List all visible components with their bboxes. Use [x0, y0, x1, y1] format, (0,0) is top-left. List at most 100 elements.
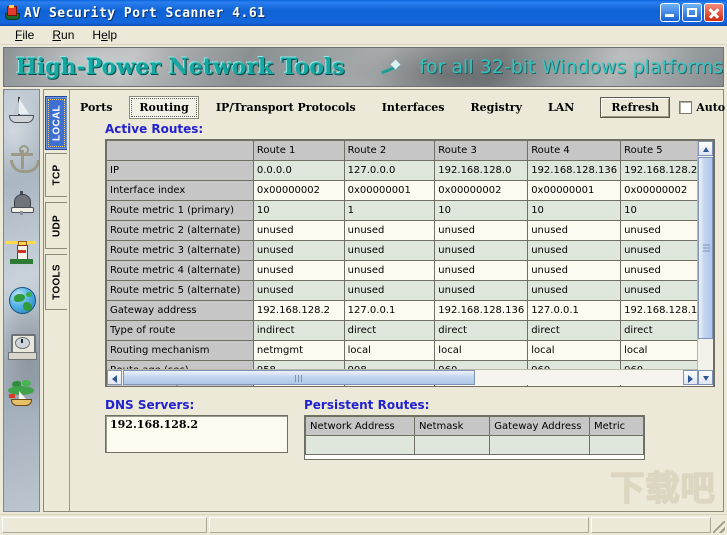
corner-cell: [106, 140, 254, 161]
table-cell[interactable]: 10: [434, 200, 529, 221]
table-cell[interactable]: [489, 435, 591, 455]
table-cell[interactable]: 127.0.0.1: [343, 300, 436, 321]
table-row[interactable]: Routing mechanism netmgmt local local local l…: [106, 340, 714, 361]
table-row[interactable]: Interface index 0x00000002 0x00000001 0x000…: [106, 180, 714, 201]
menu-help-pre: H: [92, 28, 102, 42]
table-row[interactable]: Route metric 3 (alternate) unused unused un…: [106, 240, 714, 261]
table-cell[interactable]: 192.168.128.136: [527, 160, 622, 181]
sidebar-item-tools-label: TOOLS: [51, 264, 62, 300]
menu-item-file[interactable]: File: [6, 27, 43, 43]
horizontal-scroll-thumb[interactable]: [123, 370, 475, 385]
table-cell[interactable]: unused: [527, 280, 622, 301]
table-row[interactable]: Type of route indirect direct direct direct d…: [106, 320, 714, 341]
table-cell[interactable]: unused: [527, 220, 622, 241]
table-cell[interactable]: [305, 435, 415, 455]
vertical-scrollbar[interactable]: [697, 141, 713, 385]
table-cell[interactable]: 0x00000002: [434, 180, 529, 201]
table-cell[interactable]: 0x00000002: [252, 180, 345, 201]
table-cell[interactable]: 192.168.128.2: [252, 300, 345, 321]
table-cell[interactable]: direct: [527, 320, 622, 341]
close-button[interactable]: [704, 3, 724, 22]
status-pane-3: [591, 517, 711, 533]
table-cell[interactable]: unused: [527, 260, 622, 281]
column-header[interactable]: Route 3: [434, 140, 529, 161]
minimize-button[interactable]: [660, 3, 680, 22]
table-cell[interactable]: 10: [252, 200, 345, 221]
table-row[interactable]: Route metric 2 (alternate) unused unused un…: [106, 220, 714, 241]
table-cell[interactable]: 127.0.0.1: [527, 300, 622, 321]
sidebar-item-local-label: LOCAL: [51, 105, 62, 141]
active-routes-grid[interactable]: Route 1 Route 2 Route 3 Route 4 Route 5 IP 0.0…: [105, 139, 715, 387]
scroll-left-button[interactable]: [107, 370, 122, 385]
column-header[interactable]: Route 4: [527, 140, 622, 161]
list-item[interactable]: 192.168.128.2: [106, 416, 287, 433]
tab-routing[interactable]: Routing: [129, 95, 199, 119]
tab-interfaces[interactable]: Interfaces: [373, 97, 454, 118]
table-cell[interactable]: unused: [434, 220, 529, 241]
table-cell[interactable]: unused: [252, 280, 345, 301]
auto-checkbox[interactable]: [679, 100, 693, 114]
table-cell[interactable]: unused: [343, 220, 436, 241]
table-cell[interactable]: 192.168.128.0: [434, 160, 529, 181]
table-cell[interactable]: unused: [252, 240, 345, 261]
table-cell[interactable]: 1: [343, 200, 436, 221]
column-header[interactable]: Network Address: [305, 416, 415, 436]
table-cell[interactable]: unused: [343, 280, 436, 301]
maximize-button[interactable]: [682, 3, 702, 22]
table-row[interactable]: Route metric 4 (alternate) unused unused un…: [106, 260, 714, 281]
table-cell[interactable]: direct: [343, 320, 436, 341]
table-cell[interactable]: 0x00000001: [527, 180, 622, 201]
sidebar-item-udp[interactable]: UDP: [45, 202, 67, 249]
table-cell[interactable]: netmgmt: [252, 340, 345, 361]
table-cell[interactable]: [413, 435, 491, 455]
table-cell[interactable]: local: [527, 340, 622, 361]
table-row[interactable]: IP 0.0.0.0 127.0.0.0 192.168.128.0 192.168.1…: [106, 160, 714, 181]
sidebar-item-tools[interactable]: TOOLS: [45, 254, 67, 310]
table-cell[interactable]: unused: [343, 260, 436, 281]
resize-grip[interactable]: [711, 515, 727, 535]
tab-lan[interactable]: LAN: [539, 97, 583, 118]
table-cell[interactable]: unused: [527, 240, 622, 261]
dns-servers-list[interactable]: 192.168.128.2: [105, 415, 288, 453]
table-cell[interactable]: unused: [434, 260, 529, 281]
column-header[interactable]: Gateway Address: [489, 416, 591, 436]
table-cell[interactable]: indirect: [252, 320, 345, 341]
table-cell[interactable]: 0x00000001: [343, 180, 436, 201]
table-cell[interactable]: local: [343, 340, 436, 361]
menu-item-run[interactable]: Run: [43, 27, 83, 43]
tab-registry[interactable]: Registry: [462, 97, 531, 118]
persistent-routes-grid[interactable]: Network Address Netmask Gateway Address Met…: [304, 415, 645, 460]
column-header[interactable]: Metric: [589, 416, 644, 436]
table-cell[interactable]: unused: [343, 240, 436, 261]
tab-ports[interactable]: Ports: [71, 97, 121, 118]
scroll-down-button[interactable]: [698, 370, 713, 385]
row-header: Route metric 3 (alternate): [106, 240, 254, 261]
refresh-button[interactable]: Refresh: [600, 96, 671, 118]
table-row[interactable]: Gateway address 192.168.128.2 127.0.0.1 192…: [106, 300, 714, 321]
table-cell[interactable]: 192.168.128.136: [434, 300, 529, 321]
table-cell[interactable]: [589, 435, 644, 455]
table-cell[interactable]: local: [434, 340, 529, 361]
table-cell[interactable]: 127.0.0.0: [343, 160, 436, 181]
menu-item-help[interactable]: Help: [83, 27, 126, 43]
table-cell[interactable]: unused: [434, 280, 529, 301]
table-row[interactable]: [305, 435, 644, 455]
scroll-up-button[interactable]: [698, 141, 713, 156]
table-cell[interactable]: unused: [252, 260, 345, 281]
sidebar-item-local[interactable]: LOCAL: [45, 96, 67, 150]
table-cell[interactable]: unused: [252, 220, 345, 241]
table-cell[interactable]: unused: [434, 240, 529, 261]
table-row[interactable]: Route metric 1 (primary) 10 1 10 10 10: [106, 200, 714, 221]
column-header[interactable]: Netmask: [413, 416, 491, 436]
vertical-scroll-thumb[interactable]: [698, 157, 713, 339]
column-header[interactable]: Route 1: [252, 140, 345, 161]
column-header[interactable]: Route 2: [343, 140, 436, 161]
sidebar-item-tcp[interactable]: TCP: [45, 153, 67, 197]
table-row[interactable]: Route metric 5 (alternate) unused unused un…: [106, 280, 714, 301]
scroll-right-button[interactable]: [683, 370, 698, 385]
table-cell[interactable]: 10: [527, 200, 622, 221]
table-cell[interactable]: 0.0.0.0: [252, 160, 345, 181]
tab-ip-transport-protocols[interactable]: IP/Transport Protocols: [207, 97, 365, 118]
table-cell[interactable]: direct: [434, 320, 529, 341]
horizontal-scrollbar[interactable]: [107, 369, 698, 385]
